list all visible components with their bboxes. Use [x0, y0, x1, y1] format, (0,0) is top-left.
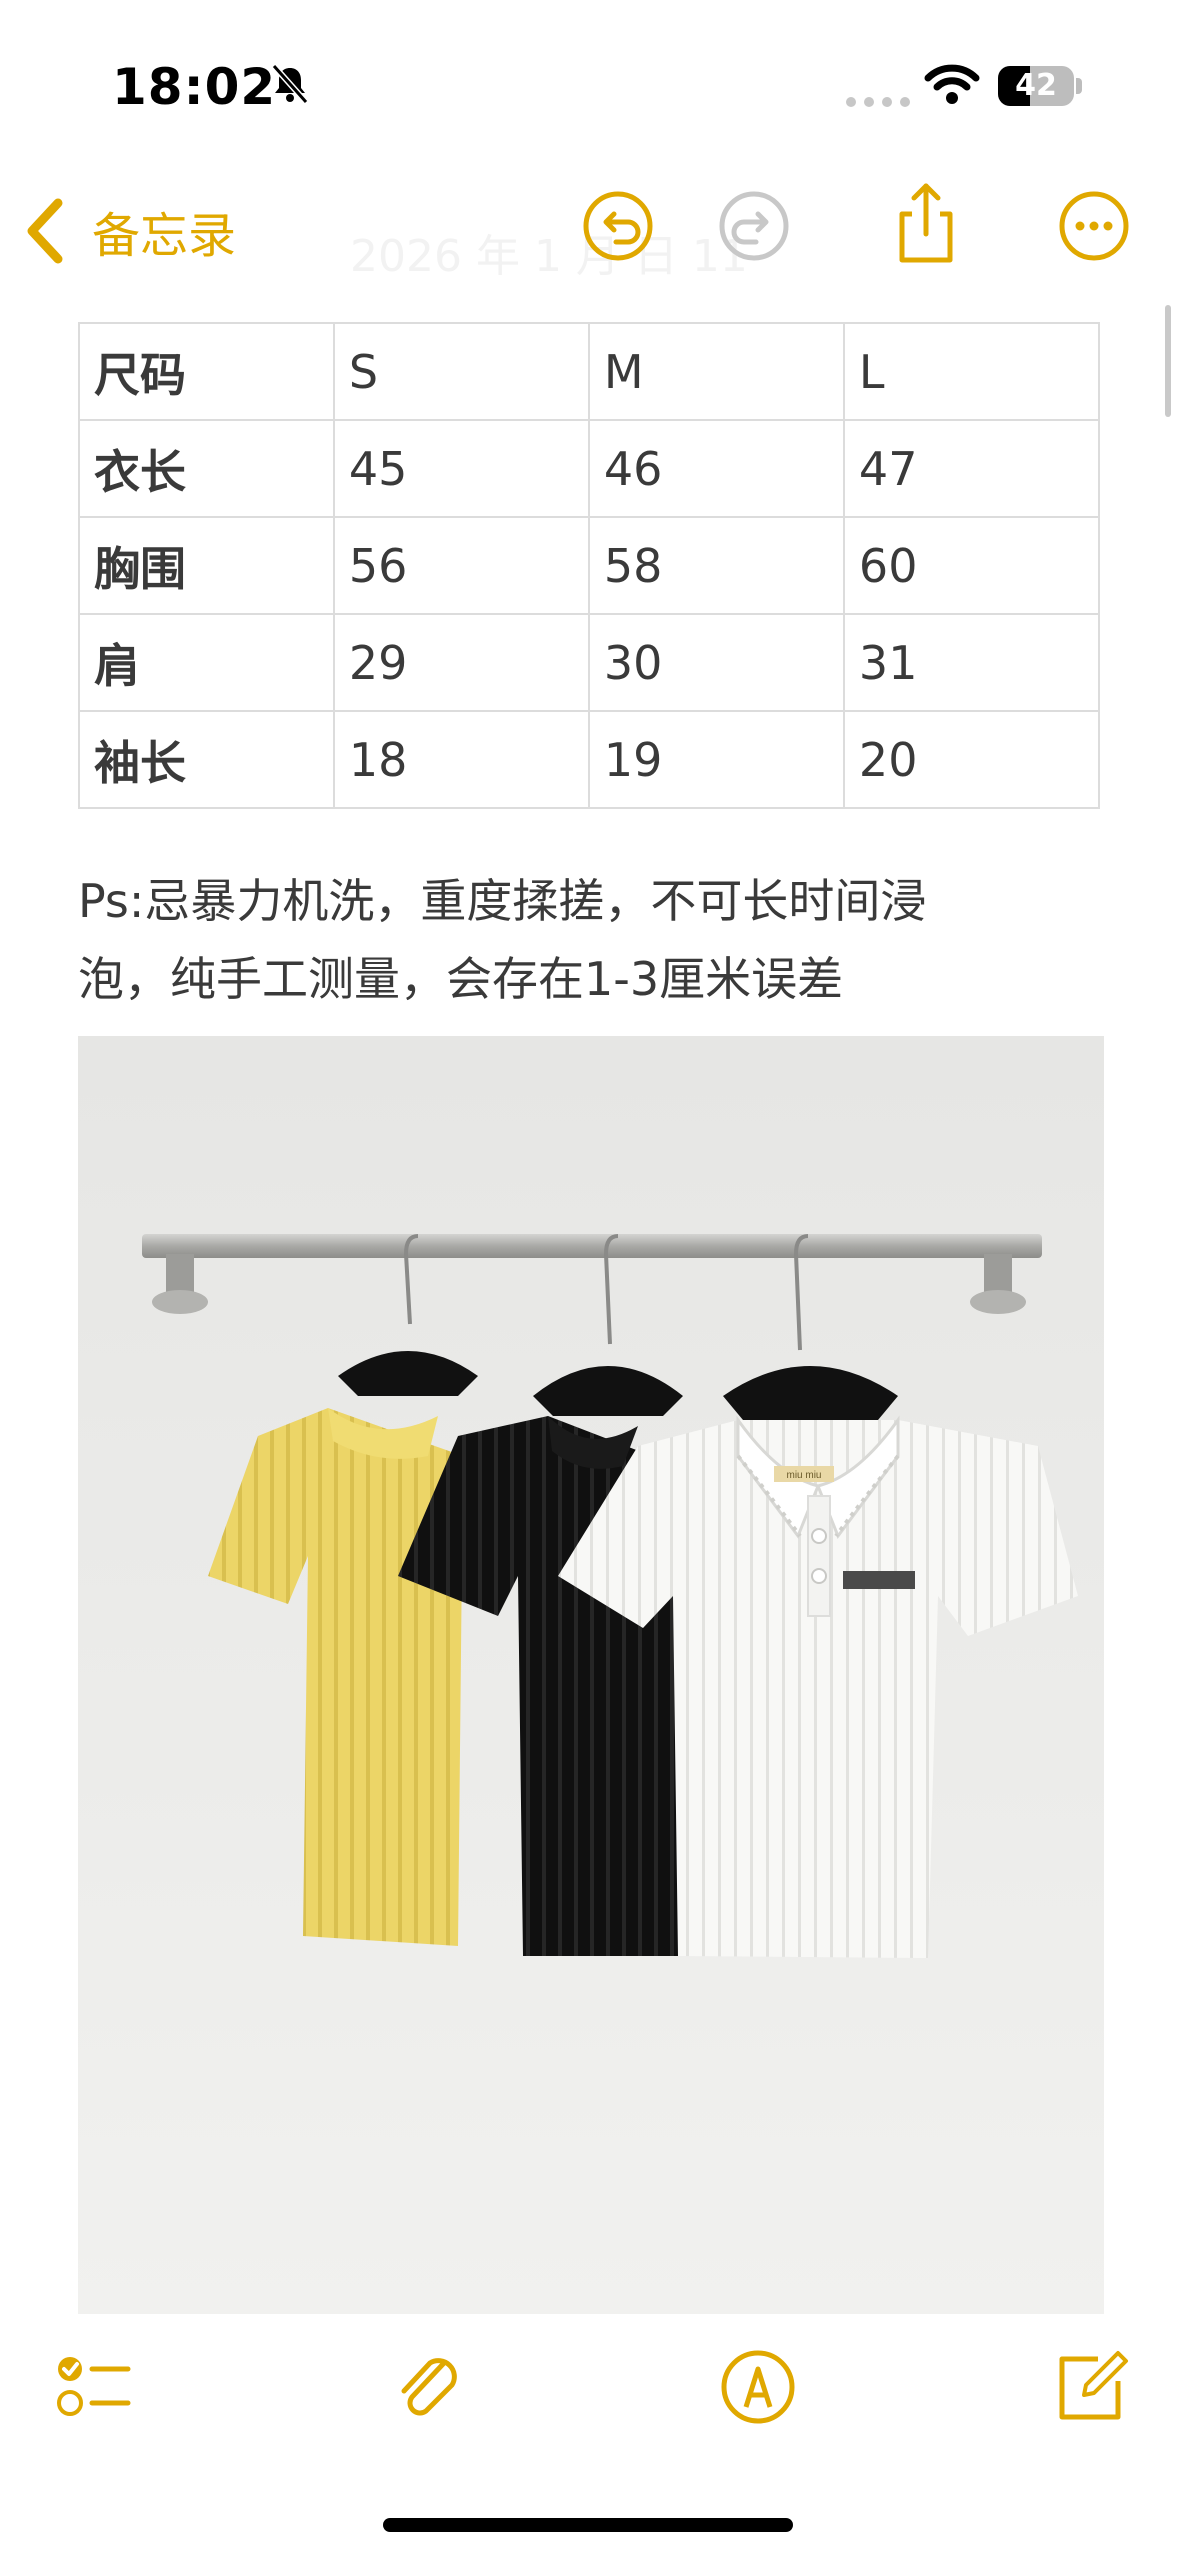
product-photo[interactable]: miu miu [78, 1036, 1104, 2314]
checklist-icon[interactable] [52, 2345, 136, 2429]
table-row: 胸围 56 58 60 [78, 516, 1101, 615]
table-cell: 58 [587, 516, 845, 615]
share-icon[interactable] [888, 180, 964, 266]
row-header: 尺码 [78, 322, 335, 421]
table-cell: 46 [587, 419, 845, 518]
note-text[interactable]: Ps:忌暴力机洗，重度揉搓，不可长时间浸 泡，纯手工测量，会存在1-3厘米误差 [78, 862, 1098, 1018]
table-cell: 29 [332, 613, 590, 712]
status-time: 18:02 [112, 58, 277, 116]
home-indicator[interactable] [383, 2518, 793, 2532]
table-cell: 31 [842, 613, 1101, 712]
table-cell: S [332, 322, 590, 421]
signal-dots [846, 92, 918, 111]
table-row: 衣长 45 46 47 [78, 419, 1101, 518]
row-header: 肩 [78, 613, 335, 712]
table-cell: 56 [332, 516, 590, 615]
paperclip-icon[interactable] [386, 2345, 470, 2429]
scroll-indicator[interactable] [1165, 305, 1171, 417]
brand-label-text: miu miu [786, 1470, 821, 1481]
row-header: 衣长 [78, 419, 335, 518]
battery-cap [1076, 78, 1082, 94]
table-row: 尺码 S M L [78, 322, 1101, 421]
size-table: 尺码 S M L 衣长 45 46 47 胸围 56 58 60 肩 29 30… [78, 322, 1101, 809]
table-row: 袖长 18 19 20 [78, 710, 1101, 809]
more-icon[interactable] [1056, 188, 1132, 264]
nav-bar: 备忘录 2026 年 1 月 日 11 [0, 160, 1179, 300]
table-cell: 19 [587, 710, 845, 809]
clothing-rack [142, 1234, 1042, 1258]
bell-slash-icon [271, 64, 309, 104]
shirts-on-rack-image: miu miu [78, 1036, 1104, 2314]
battery-icon: 42 [998, 66, 1074, 106]
table-cell: 18 [332, 710, 590, 809]
redo-icon[interactable] [716, 188, 792, 264]
markup-pen-icon[interactable] [716, 2345, 800, 2429]
faded-title: 2026 年 1 月 日 11 [350, 231, 748, 282]
back-label: 备忘录 [92, 208, 237, 264]
table-cell: 20 [842, 710, 1101, 809]
battery-percent: 42 [1015, 68, 1057, 103]
table-cell: 30 [587, 613, 845, 712]
table-cell: 47 [842, 419, 1101, 518]
wifi-icon [924, 64, 980, 104]
note-line-1: Ps:忌暴力机洗，重度揉搓，不可长时间浸 [78, 874, 927, 928]
chevron-left-icon [27, 198, 63, 264]
compose-icon[interactable] [1048, 2345, 1132, 2429]
table-cell: 45 [332, 419, 590, 518]
bottom-toolbar [0, 2325, 1179, 2465]
row-header: 袖长 [78, 710, 335, 809]
table-cell: 60 [842, 516, 1101, 615]
undo-icon[interactable] [580, 188, 656, 264]
table-cell: L [842, 322, 1101, 421]
back-button[interactable]: 备忘录 [22, 196, 236, 266]
status-bar: 18:02 42 [0, 0, 1179, 160]
row-header: 胸围 [78, 516, 335, 615]
table-cell: M [587, 322, 845, 421]
note-line-2: 泡，纯手工测量，会存在1-3厘米误差 [78, 952, 844, 1006]
table-row: 肩 29 30 31 [78, 613, 1101, 712]
